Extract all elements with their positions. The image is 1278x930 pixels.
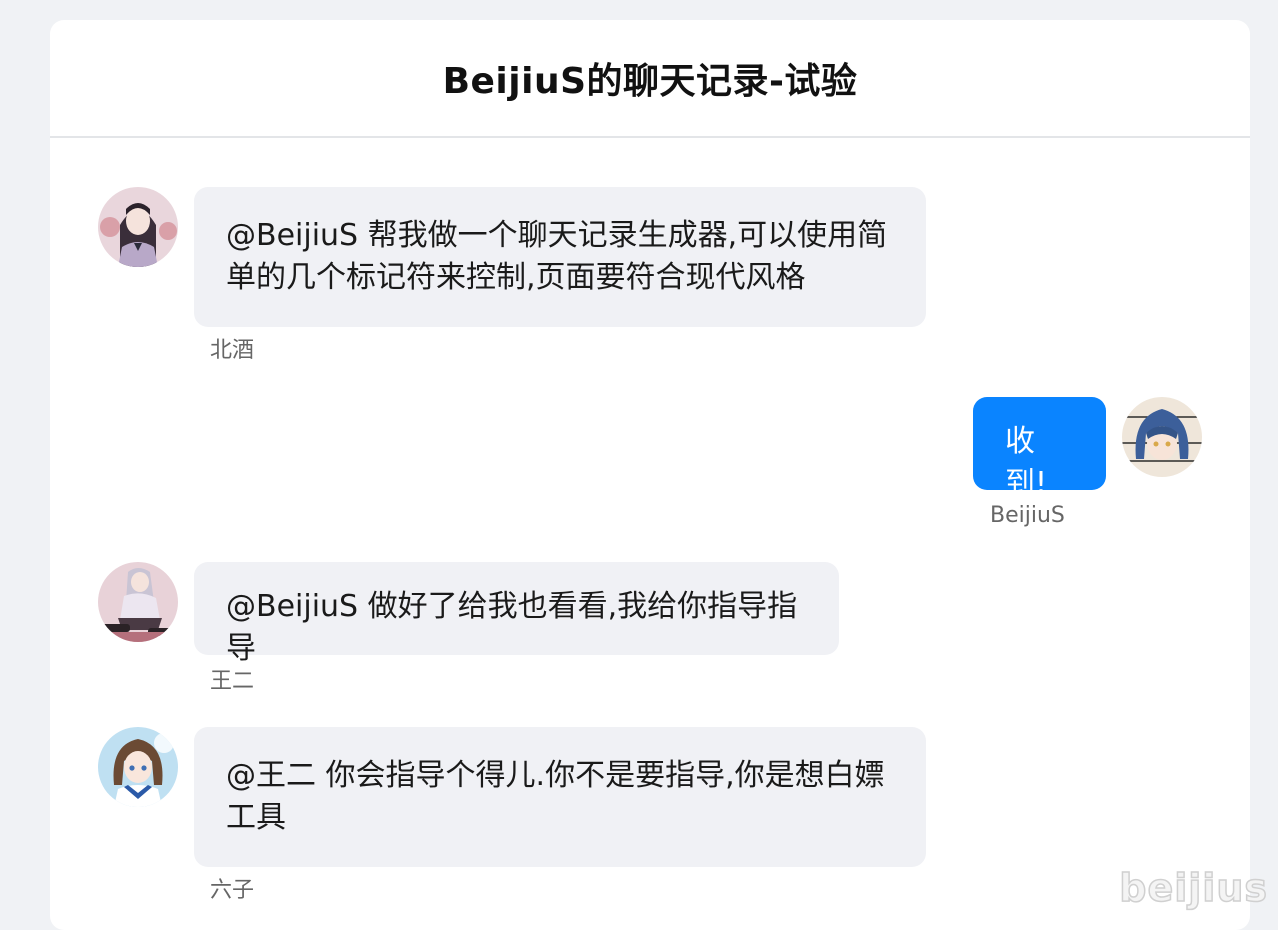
message-bubble: @王二 你会指导个得儿.你不是要指导,你是想白嫖工具	[194, 727, 926, 867]
sender-name: 六子	[210, 878, 254, 904]
message-text: 收到!	[1005, 424, 1047, 501]
girl-blue-hair-avatar	[1122, 397, 1202, 477]
message-text: @王二 你会指导个得儿.你不是要指导,你是想白嫖工具	[226, 758, 885, 835]
message-text: @BeijiuS 帮我做一个聊天记录生成器,可以使用简单的几个标记符来控制,页面…	[226, 218, 887, 295]
message-bubble: 收到!	[973, 397, 1106, 490]
sender-name: BeijiuS	[990, 503, 1065, 529]
girl-long-dark-hair-avatar	[98, 187, 178, 267]
sender-name: 王二	[210, 669, 254, 695]
chat-header: BeijiuS的聊天记录-试验	[50, 20, 1250, 138]
avatar-girl-sailor-uniform[interactable]	[98, 727, 178, 807]
page-title: BeijiuS的聊天记录-试验	[443, 52, 858, 104]
avatar-girl-long-dark-hair[interactable]	[98, 187, 178, 267]
girl-sailor-uniform-avatar	[98, 727, 178, 807]
message-text: @BeijiuS 做好了给我也看看,我给你指导指导	[226, 589, 797, 666]
message-bubble: @BeijiuS 帮我做一个聊天记录生成器,可以使用简单的几个标记符来控制,页面…	[194, 187, 926, 327]
avatar-girl-sitting[interactable]	[98, 562, 178, 642]
chat-card: BeijiuS的聊天记录-试验 @BeijiuS 帮我做一个聊天记录生成器,可以…	[50, 20, 1250, 930]
message-bubble: @BeijiuS 做好了给我也看看,我给你指导指导	[194, 562, 839, 655]
avatar-girl-blue-hair[interactable]	[1122, 397, 1202, 477]
girl-sitting-avatar	[98, 562, 178, 642]
watermark: beijius	[1119, 866, 1268, 910]
sender-name: 北酒	[210, 338, 254, 364]
